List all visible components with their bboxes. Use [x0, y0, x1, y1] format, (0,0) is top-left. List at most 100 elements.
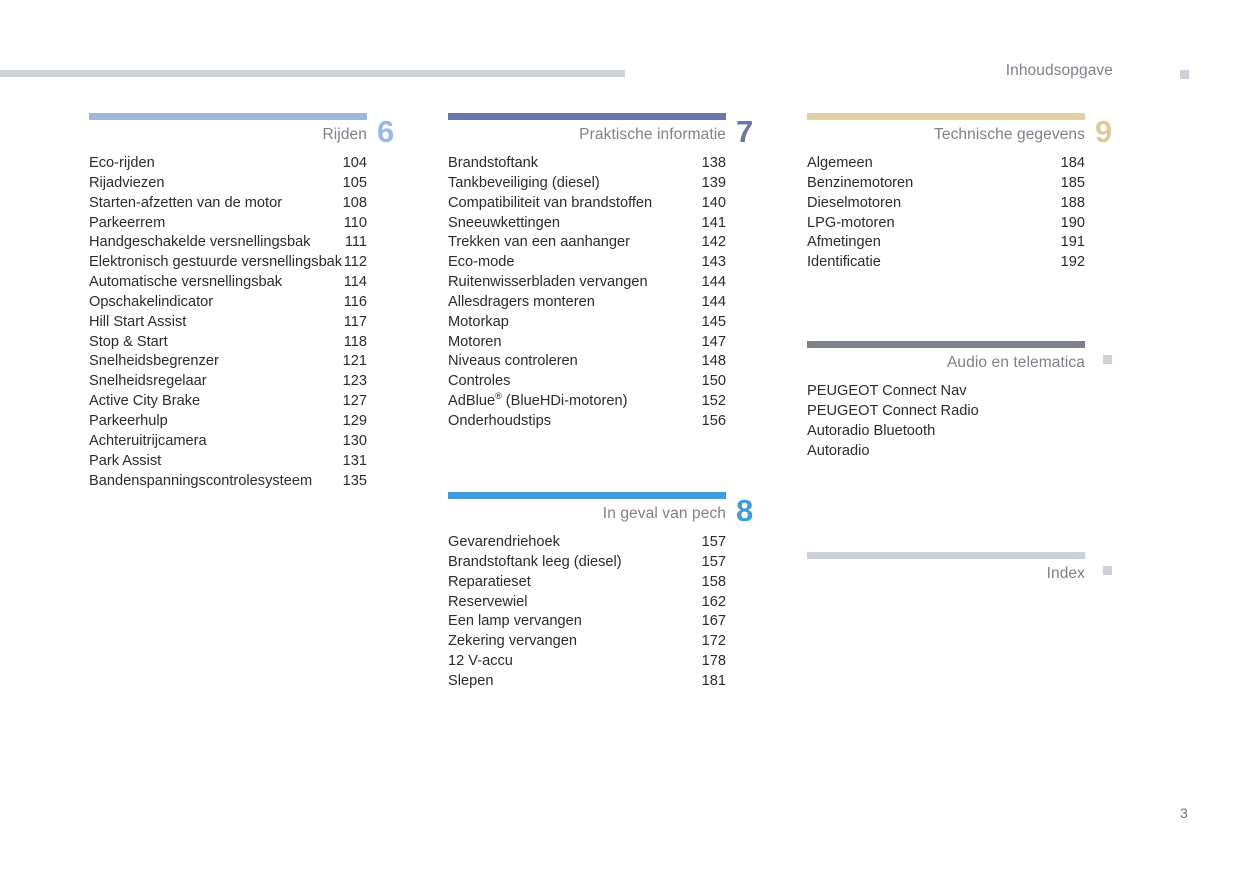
toc-entry-label: Achteruitrijcamera — [89, 432, 207, 449]
section-title: Technische gegevens — [934, 126, 1085, 143]
toc-entry[interactable]: Gevarendriehoek 157 — [448, 534, 773, 554]
toc-entry[interactable]: Compatibiliteit van brandstoffen 140 — [448, 195, 773, 215]
toc-entry-page-number: 139 — [701, 174, 726, 191]
toc-entry-label: Automatische versnellingsbak — [89, 274, 283, 291]
toc-entry-label: Eco-mode — [448, 254, 515, 271]
toc-entry-page-number: 150 — [701, 373, 726, 390]
toc-entry-label: Snelheidsregelaar — [89, 373, 207, 390]
toc-entry-page-number: 158 — [701, 573, 726, 590]
toc-entry[interactable]: Achteruitrijcamera 130 — [89, 433, 414, 453]
section-title: Audio en telematica — [946, 354, 1085, 371]
toc-entry[interactable]: Automatische versnellingsbak 114 — [89, 274, 414, 294]
toc-entry[interactable]: Allesdragers monteren 144 — [448, 294, 773, 314]
toc-entry[interactable]: Parkeerrem 110 — [89, 215, 414, 235]
toc-entry-label: Autoradio Bluetooth — [807, 422, 936, 439]
toc-entry[interactable]: Slepen 181 — [448, 673, 773, 693]
toc-entry[interactable]: Tankbeveiliging (diesel) 139 — [448, 175, 773, 195]
toc-entry[interactable]: Eco-mode 143 — [448, 254, 773, 274]
toc-entry-page-number: 191 — [1060, 234, 1085, 251]
toc-entry-page-number: 147 — [701, 333, 726, 350]
toc-entry[interactable]: Snelheidsbegrenzer 121 — [89, 353, 414, 373]
toc-entry-label: Dieselmotoren — [807, 194, 902, 211]
page-title: Inhoudsopgave — [1005, 62, 1113, 79]
toc-entry[interactable]: Brandstoftank leeg (diesel) 157 — [448, 554, 773, 574]
toc-entry[interactable]: Bandenspanningscontrolesysteem 135 — [89, 473, 414, 493]
toc-entry-page-number: 181 — [701, 672, 726, 689]
toc-entry[interactable]: Eco-rijden 104 — [89, 155, 414, 175]
toc-entry-page-number: 116 — [343, 293, 367, 310]
toc-entry[interactable]: Controles 150 — [448, 373, 773, 393]
toc-entry[interactable]: Reservewiel 162 — [448, 594, 773, 614]
toc-entry[interactable]: Opschakelindicator 116 — [89, 294, 414, 314]
toc-entry-page-number: 123 — [342, 373, 367, 390]
toc-entry-page-number: 143 — [701, 254, 726, 271]
toc-entry-page-number: 111 — [344, 234, 367, 251]
toc-entry-label: Tankbeveiliging (diesel) — [448, 174, 600, 191]
toc-entry-page-number: 114 — [343, 274, 367, 291]
toc-entry[interactable]: Autoradio Bluetooth — [807, 423, 1132, 443]
toc-entry-label: Stop & Start — [89, 333, 168, 350]
toc-entry[interactable]: Autoradio — [807, 443, 1132, 463]
toc-entry-label: Parkeerhulp — [89, 412, 168, 429]
toc-entry-page-number: 156 — [701, 412, 726, 429]
toc-entry-page-number: 185 — [1060, 174, 1085, 191]
toc-entry-label: Trekken van een aanhanger — [448, 234, 631, 251]
toc-section-audio-en-telematica: Audio en telematica PEUGEOT Connect Nav PE… — [807, 341, 1132, 462]
toc-entry[interactable]: PEUGEOT Connect Radio — [807, 403, 1132, 423]
toc-entry-page-number: 148 — [701, 353, 726, 370]
toc-entry[interactable]: Afmetingen 191 — [807, 234, 1132, 254]
toc-entry[interactable]: Brandstoftank 138 — [448, 155, 773, 175]
header-rule — [0, 70, 625, 77]
section-title: Index — [1046, 565, 1085, 582]
toc-entry[interactable]: Hill Start Assist 117 — [89, 314, 414, 334]
toc-entry[interactable]: Elektronisch gestuurde versnellingsbak 11… — [89, 254, 414, 274]
toc-entry[interactable]: Identificatie 192 — [807, 254, 1132, 274]
toc-entry[interactable]: Parkeerhulp 129 — [89, 413, 414, 433]
toc-entry[interactable]: Zekering vervangen 172 — [448, 633, 773, 653]
toc-entry[interactable]: Motoren 147 — [448, 334, 773, 354]
toc-entry-label: Afmetingen — [807, 234, 881, 251]
toc-entry-page-number: 141 — [701, 214, 726, 231]
toc-entry[interactable]: Niveaus controleren 148 — [448, 353, 773, 373]
square-marker-icon — [1103, 566, 1112, 575]
toc-entry[interactable]: 12 V-accu 178 — [448, 653, 773, 673]
toc-entry[interactable]: Dieselmotoren 188 — [807, 195, 1132, 215]
toc-entry[interactable]: Benzinemotoren 185 — [807, 175, 1132, 195]
toc-entry[interactable]: Algemeen 184 — [807, 155, 1132, 175]
toc-entry-page-number: 121 — [342, 353, 367, 370]
toc-entry-list: Brandstoftank 138 Tankbeveiliging (diesel)… — [448, 155, 773, 433]
toc-entry-label: Parkeerrem — [89, 214, 166, 231]
toc-section-rijden: Rijden 6 Eco-rijden 104 Rijadviezen 105 Starte… — [89, 113, 414, 492]
section-title: Rijden — [322, 126, 367, 143]
toc-entry[interactable]: LPG-motoren 190 — [807, 215, 1132, 235]
toc-entry-list: Eco-rijden 104 Rijadviezen 105 Starten-afzet… — [89, 155, 414, 492]
toc-entry[interactable]: Reparatieset 158 — [448, 574, 773, 594]
toc-section-technische-gegevens: Technische gegevens 9 Algemeen 184 Benzinemo… — [807, 113, 1132, 274]
toc-entry-page-number: 144 — [701, 274, 726, 291]
toc-entry[interactable]: Motorkap 145 — [448, 314, 773, 334]
toc-entry[interactable]: AdBlue® (BlueHDi-motoren) 152 — [448, 392, 773, 413]
toc-section-praktische-informatie: Praktische informatie 7 Brandstoftank 138 Ta… — [448, 113, 773, 433]
toc-entry[interactable]: Een lamp vervangen 167 — [448, 613, 773, 633]
toc-entry-label: Algemeen — [807, 155, 873, 171]
toc-entry[interactable]: Stop & Start 118 — [89, 334, 414, 354]
toc-entry-page-number: 129 — [342, 412, 367, 429]
toc-entry[interactable]: Snelheidsregelaar 123 — [89, 373, 414, 393]
toc-entry[interactable]: Trekken van een aanhanger 142 — [448, 234, 773, 254]
toc-entry[interactable]: Sneeuwkettingen 141 — [448, 215, 773, 235]
toc-entry[interactable]: Handgeschakelde versnellingsbak 111 — [89, 234, 414, 254]
toc-entry-label: Een lamp vervangen — [448, 613, 582, 630]
toc-entry[interactable]: PEUGEOT Connect Nav — [807, 383, 1132, 403]
toc-entry[interactable]: Onderhoudstips 156 — [448, 413, 773, 433]
toc-entry-label: Elektronisch gestuurde versnellingsbak — [89, 254, 343, 271]
toc-entry-page-number: 190 — [1060, 214, 1085, 231]
toc-entry[interactable]: Starten-afzetten van de motor 108 — [89, 195, 414, 215]
section-header: Rijden 6 — [89, 113, 414, 153]
toc-entry[interactable]: Rijadviezen 105 — [89, 175, 414, 195]
toc-entry[interactable]: Park Assist 131 — [89, 453, 414, 473]
section-header: In geval van pech 8 — [448, 492, 773, 532]
toc-entry[interactable]: Active City Brake 127 — [89, 393, 414, 413]
toc-section-index: Index — [807, 552, 1132, 594]
toc-entry-page-number: 138 — [701, 155, 726, 171]
toc-entry[interactable]: Ruitenwisserbladen vervangen 144 — [448, 274, 773, 294]
